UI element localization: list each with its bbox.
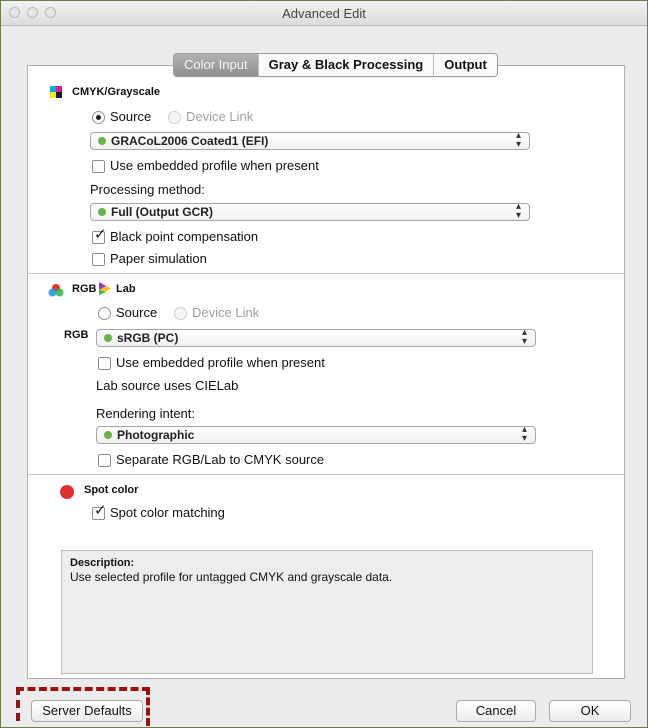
rgb-section-header: RGB [72, 283, 97, 295]
rgb-source-radio[interactable] [98, 307, 111, 320]
rgb-icon [48, 284, 64, 297]
rgb-device-link-radio[interactable] [174, 307, 187, 320]
tab-gray-black-processing[interactable]: Gray & Black Processing [259, 54, 435, 76]
spot-color-matching-label: Spot color matching [110, 505, 225, 520]
separate-rgb-lab-label: Separate RGB/Lab to CMYK source [116, 452, 325, 467]
description-text: Use selected profile for untagged CMYK a… [70, 570, 393, 584]
cmyk-embedded-checkbox[interactable] [92, 160, 105, 173]
cmyk-embedded-label: Use embedded profile when present [110, 158, 319, 173]
window-title: Advanced Edit [282, 6, 366, 21]
tab-bar: Color Input Gray & Black Processing Output [173, 53, 498, 77]
color-input-panel: CMYK/Grayscale Source Device Link GRACoL… [27, 65, 625, 679]
processing-method-label: Processing method: [90, 182, 205, 197]
status-dot-icon [98, 137, 106, 145]
cancel-button[interactable]: Cancel [456, 700, 536, 722]
status-dot-icon [104, 431, 112, 439]
lab-note: Lab source uses CIELab [96, 378, 239, 393]
cmyk-icon [50, 86, 62, 98]
rendering-intent-select[interactable]: Photographic ▴ ▾ [96, 424, 536, 444]
rgb-embedded-label: Use embedded profile when present [116, 355, 325, 370]
paper-simulation-label: Paper simulation [110, 251, 207, 266]
cmyk-source-radio[interactable] [92, 111, 105, 124]
ok-button[interactable]: OK [549, 700, 631, 722]
cmyk-source-label: Source [110, 109, 152, 124]
spot-color-header: Spot color [84, 484, 139, 496]
status-dot-icon [104, 334, 112, 342]
cmyk-device-link-label: Device Link [186, 109, 254, 124]
status-dot-icon [98, 208, 106, 216]
stepper-arrows-icon: ▴ ▾ [515, 201, 521, 221]
rgb-embedded-checkbox[interactable] [98, 357, 111, 370]
checkmark-icon: ✓ [94, 502, 107, 519]
stepper-arrows-icon: ▴ ▾ [521, 424, 527, 444]
rgb-profile-select[interactable]: sRGB (PC) ▴ ▾ [96, 327, 536, 347]
rendering-intent-label: Rendering intent: [96, 406, 196, 421]
processing-method-select[interactable]: Full (Output GCR) ▴ ▾ [90, 201, 530, 221]
black-point-compensation-label: Black point compensation [110, 229, 259, 244]
description-title: Description: [70, 557, 135, 569]
lab-icon [99, 282, 111, 295]
cmyk-device-link-radio[interactable] [168, 111, 181, 124]
lab-section-header: Lab [116, 283, 136, 295]
section-divider [28, 273, 624, 274]
stepper-arrows-icon: ▴ ▾ [515, 130, 521, 150]
rendering-intent-value: Photographic [117, 428, 195, 442]
rgb-row-label: RGB [64, 329, 89, 341]
advanced-edit-window: Advanced Edit CMYK/Grayscale Source Devi… [0, 0, 648, 728]
spot-color-icon [60, 485, 74, 499]
section-divider [28, 474, 624, 475]
stepper-arrows-icon: ▴ ▾ [521, 327, 527, 347]
separate-rgb-lab-checkbox[interactable] [98, 454, 111, 467]
tab-output[interactable]: Output [434, 54, 497, 76]
cmyk-profile-select[interactable]: GRACoL2006 Coated1 (EFI) ▴ ▾ [90, 130, 530, 150]
cmyk-section-header: CMYK/Grayscale [72, 86, 161, 98]
rgb-profile-value: sRGB (PC) [117, 331, 179, 345]
cmyk-profile-value: GRACoL2006 Coated1 (EFI) [111, 134, 269, 148]
rgb-source-label: Source [116, 305, 158, 320]
paper-simulation-checkbox[interactable] [92, 253, 105, 266]
rgb-device-link-label: Device Link [192, 305, 260, 320]
checkmark-icon: ✓ [94, 226, 107, 243]
tab-color-input[interactable]: Color Input [174, 54, 259, 76]
spot-color-matching-checkbox[interactable]: ✓ [92, 503, 107, 520]
highlight-annotation-edge [146, 687, 150, 726]
title-bar: Advanced Edit [1, 1, 647, 26]
black-point-compensation-checkbox[interactable]: ✓ [92, 227, 107, 244]
description-box: Description: Use selected profile for un… [61, 550, 593, 674]
highlight-annotation [16, 687, 150, 721]
processing-method-value: Full (Output GCR) [111, 205, 213, 219]
